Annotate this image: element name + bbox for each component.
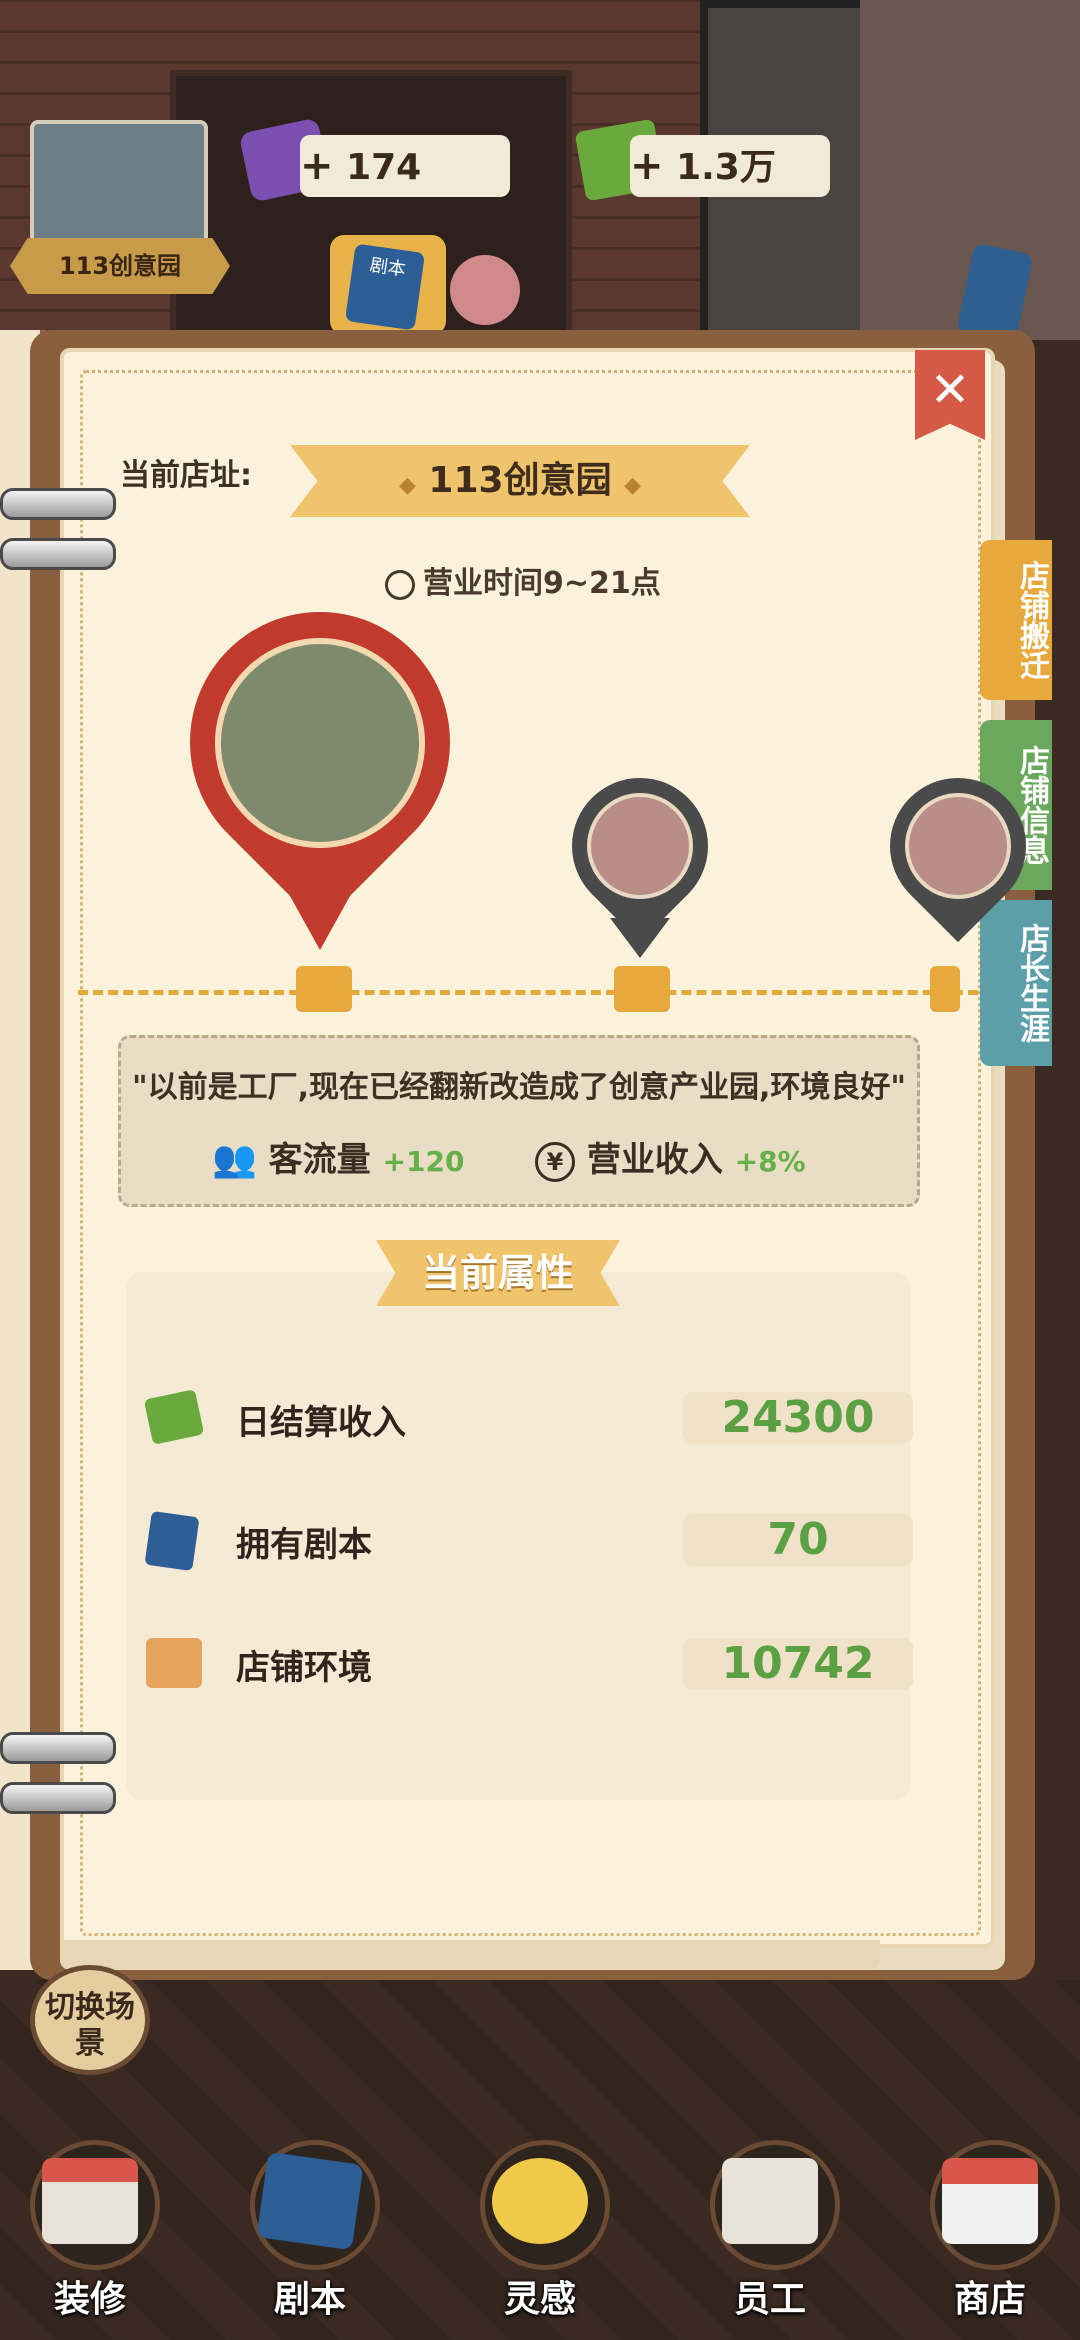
nav-decorate[interactable]: 装修 [0,2120,180,2340]
ring-binder [0,538,116,570]
location-track [78,990,978,995]
ring-binder [0,1732,116,1764]
daily-income-label: 日结算收入 [236,1403,406,1443]
location-image [905,793,1011,899]
house-icon [146,1638,202,1688]
book-icon [144,1510,200,1572]
shop-icon [942,2158,1038,2244]
shop-marker-icon[interactable] [930,966,960,1012]
nav-inspiration[interactable]: 灵感 [450,2120,630,2340]
location-image [587,793,693,899]
script-book-icon [256,2151,364,2251]
traffic-value: +120 [382,1145,465,1178]
shop-house-icon [42,2158,138,2244]
revenue-bonus: ¥ 营业收入 +8% [535,1132,806,1182]
tab-manager-career[interactable]: 店长生涯 [980,900,1052,1066]
nav-inspiration-label: 灵感 [503,2279,576,2320]
switch-scene-button[interactable]: 切换场景 [30,1965,150,2075]
nav-shop-label: 商店 [953,2279,1026,2320]
scripts-owned-value: 70 [683,1514,913,1566]
lightbulb-icon [492,2158,588,2244]
star-icon: ◆ [624,473,642,498]
page-stack-bottom [60,1940,880,1970]
script-book-icon: 剧本 [344,243,426,331]
nav-staff[interactable]: 员工 [680,2120,860,2340]
shop-marker-icon[interactable] [296,966,352,1012]
people-icon: 👥 [212,1139,257,1180]
scripts-owned-label: 拥有剧本 [236,1525,372,1565]
business-hours: 营业时间9~21点 [385,558,661,602]
business-hours-text: 营业时间9~21点 [423,566,661,601]
nav-decorate-label: 装修 [53,2279,126,2320]
id-card-icon [722,2158,818,2244]
star-icon: ◆ [398,473,416,498]
store-name-label: 113创意园 [10,238,230,294]
ring-binder [0,1782,116,1814]
cash-count: 1.3万 [676,147,776,188]
store-thumbnail[interactable] [30,120,208,248]
yen-icon: ¥ [535,1141,575,1182]
plus-icon: + [630,143,664,189]
ring-binder [0,488,116,520]
nav-staff-label: 员工 [733,2279,806,2320]
cash-counter[interactable]: + 1.3万 [630,135,830,197]
current-address: 113创意园 [428,460,612,501]
revenue-value: +8% [734,1145,806,1178]
attributes-title: 当前属性 [376,1240,620,1306]
store-environment-label: 店铺环境 [236,1648,372,1688]
traffic-bonus: 👥 客流量 +120 [212,1132,464,1181]
gem-counter[interactable]: + 174 [300,135,510,197]
revenue-label: 营业收入 [586,1140,723,1180]
location-description: "以前是工厂,现在已经翻新改造成了创意产业园,环境良好" [131,1070,907,1105]
nav-scripts[interactable]: 剧本 [220,2120,400,2340]
plus-icon: + [300,143,334,189]
character-avatar [450,255,520,325]
nav-scripts-label: 剧本 [273,2279,346,2320]
tab-store-relocation[interactable]: 店铺搬迁 [980,540,1052,700]
store-environment-value: 10742 [683,1638,913,1690]
traffic-label: 客流量 [268,1140,371,1180]
current-address-label: 当前店址: [120,458,252,493]
current-address-banner: ◆ 113创意园 ◆ [290,445,750,517]
clock-icon [385,569,415,600]
daily-income-value: 24300 [683,1392,913,1444]
location-image-creative-park [215,638,425,848]
shop-marker-icon[interactable] [614,966,670,1012]
gem-count: 174 [346,147,422,188]
nav-shop[interactable]: 商店 [900,2120,1080,2340]
